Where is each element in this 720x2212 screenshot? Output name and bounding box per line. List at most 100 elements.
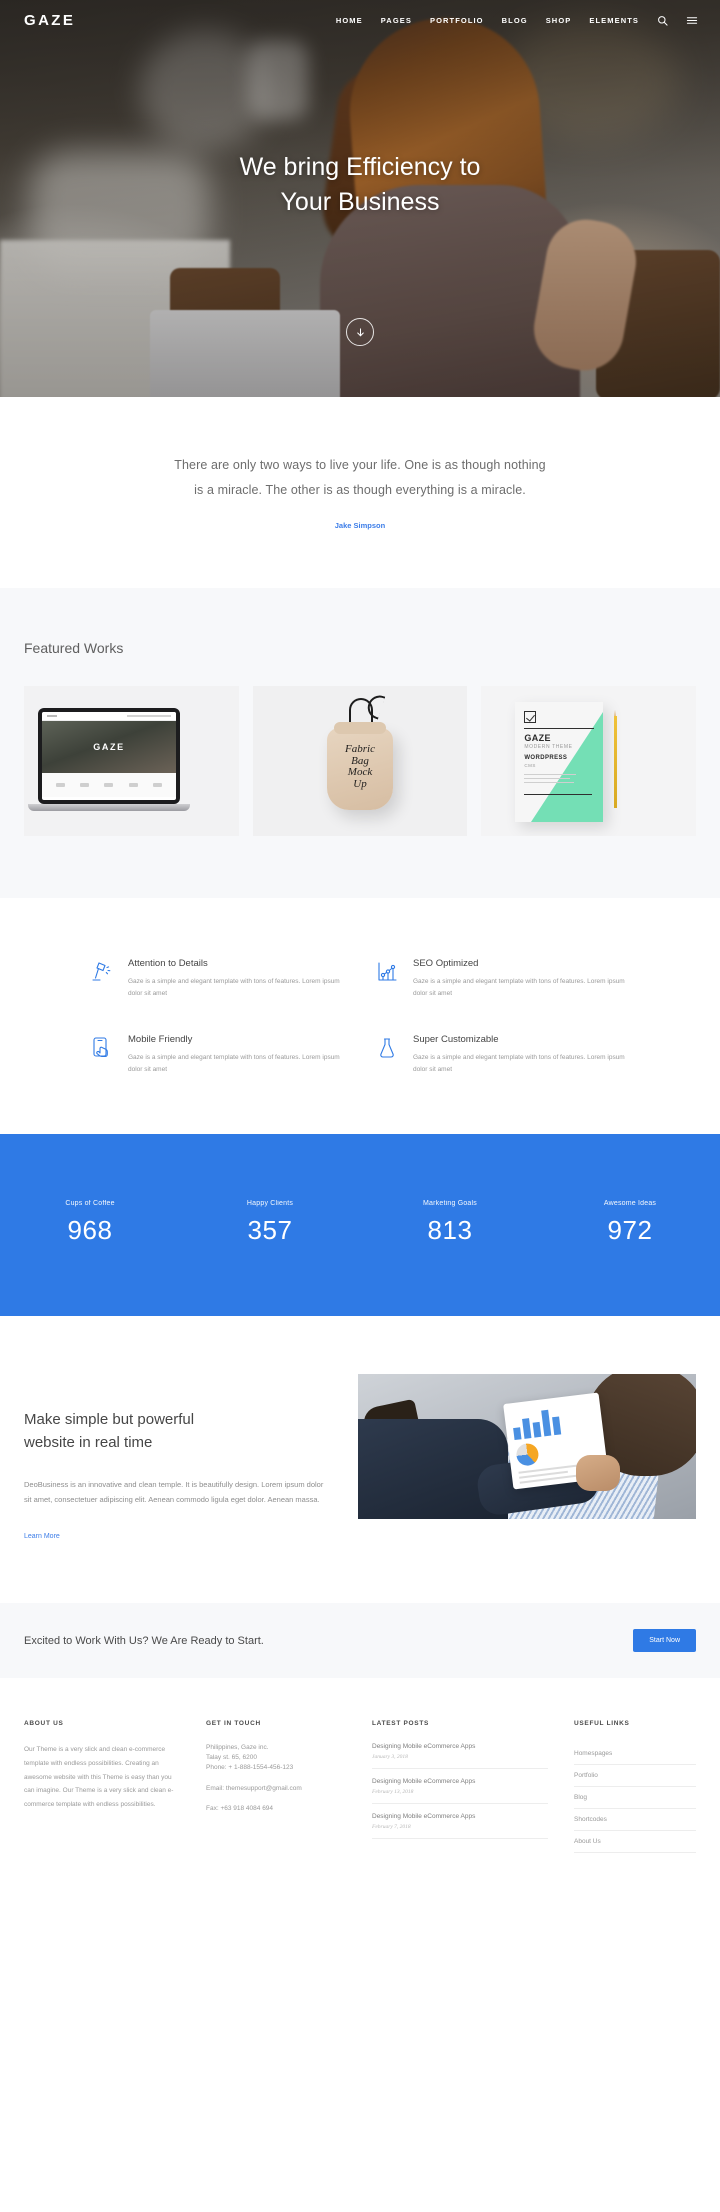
footer-link-blog[interactable]: Blog (574, 1787, 696, 1810)
arrow-down-circle-icon[interactable] (346, 318, 374, 346)
cta-text: Excited to Work With Us? We Are Ready to… (24, 1634, 264, 1647)
stat-value: 357 (247, 1215, 293, 1246)
feature-seo-optimized: SEO Optimized Gaze is a simple and elega… (375, 958, 630, 1000)
footer-column-useful-links: USEFUL LINKS Homespages Portfolio Blog S… (574, 1720, 696, 1854)
post-title: Designing Mobile eCommerce Apps (372, 1743, 476, 1751)
footer-column-about: ABOUT US Our Theme is a very slick and c… (24, 1720, 180, 1853)
feature-desc: Gaze is a simple and elegant template wi… (128, 1054, 340, 1074)
hero-heading-block: We bring Efficiency to Your Business (0, 150, 720, 219)
footer-about-text: Our Theme is a very slick and clean e-co… (24, 1746, 174, 1808)
post-title: Designing Mobile eCommerce Apps (372, 1778, 476, 1786)
flyer-line4: CMS (524, 763, 536, 768)
stat-label: Cups of Coffee (65, 1200, 115, 1208)
feature-attention-to-details: Attention to Details Gaze is a simple an… (90, 958, 345, 1000)
flyer-subtitle: MODERN THEME (524, 744, 573, 750)
landing-page: GAZE HOME PAGES PORTFOLIO BLOG SHOP ELEM… (0, 0, 720, 1898)
footer-column-latest-posts: LATEST POSTS Designing Mobile eCommerce … (372, 1720, 548, 1853)
promo-paragraph: DeoBusiness is an innovative and clean t… (24, 1479, 324, 1504)
work-item-flyer[interactable]: GAZE MODERN THEME WORDPRESS CMS (481, 686, 697, 836)
contact-email[interactable]: Email: themesupport@gmail.com (206, 1784, 346, 1794)
hero-section: GAZE HOME PAGES PORTFOLIO BLOG SHOP ELEM… (0, 0, 720, 397)
work-item-fabric-bag[interactable]: Fabric Bag Mock Up (252, 686, 468, 836)
stat-value: 968 (67, 1215, 113, 1246)
footer-heading-links: USEFUL LINKS (574, 1720, 630, 1728)
footer-link-homespages[interactable]: Homespages (574, 1743, 696, 1766)
feature-title: Super Customizable (413, 1034, 499, 1046)
learn-more-link[interactable]: Learn More (24, 1533, 60, 1540)
desk-lamp-icon (90, 958, 116, 1000)
feature-title: Mobile Friendly (128, 1034, 193, 1046)
featured-works-heading: Featured Works (24, 640, 124, 656)
flyer-title: GAZE (524, 733, 551, 743)
footer-link-about-us[interactable]: About Us (574, 1831, 696, 1854)
features-section: Attention to Details Gaze is a simple an… (0, 898, 720, 1135)
site-logo[interactable]: GAZE (24, 12, 75, 29)
quote-author[interactable]: Jake Simpson (0, 521, 720, 530)
man-holding-tablet-photo (358, 1374, 696, 1520)
quote-line-2: is a miracle. The other is as though eve… (194, 483, 526, 497)
macbook-screen-label: GAZE (93, 742, 125, 752)
hero-title-line2: Your Business (280, 187, 440, 216)
nav-links: HOME PAGES PORTFOLIO BLOG SHOP ELEMENTS (336, 15, 698, 26)
feature-super-customizable: Super Customizable Gaze is a simple and … (375, 1034, 630, 1076)
feature-title: SEO Optimized (413, 958, 479, 969)
feature-title: Attention to Details (128, 958, 208, 969)
feature-desc: Gaze is a simple and elegant template wi… (413, 978, 625, 998)
stat-awesome-ideas: Awesome Ideas 972 (540, 1200, 720, 1246)
contact-address-line2: Talay st. 65, 6200 (206, 1754, 257, 1762)
work-item-macbook[interactable]: GAZE (24, 686, 239, 836)
flask-icon (375, 1034, 401, 1076)
features-grid: Attention to Details Gaze is a simple an… (0, 958, 720, 1076)
stat-cups-of-coffee: Cups of Coffee 968 (0, 1200, 180, 1246)
nav-item-pages[interactable]: PAGES (381, 16, 412, 25)
featured-works-section: Featured Works GAZE Fabric Bag Mock Up G… (0, 588, 720, 898)
promo-title-line1: Make simple but powerful (24, 1411, 195, 1429)
stat-label: Awesome Ideas (603, 1200, 657, 1208)
contact-fax: Fax: +63 918 4084 694 (206, 1804, 274, 1812)
promo-text-block: Make simple but powerful website in real… (24, 1374, 324, 1543)
post-date: February 7, 2018 (372, 1824, 411, 1831)
quote-section: There are only two ways to live your lif… (0, 397, 720, 588)
quote-line-1: There are only two ways to live your lif… (174, 458, 546, 472)
feature-mobile-friendly: Mobile Friendly Gaze is a simple and ele… (90, 1034, 345, 1076)
promo-section: Make simple but powerful website in real… (0, 1316, 720, 1604)
site-footer: ABOUT US Our Theme is a very slick and c… (0, 1678, 720, 1898)
nav-item-home[interactable]: HOME (336, 16, 363, 25)
nav-item-blog[interactable]: BLOG (502, 16, 528, 25)
stat-value: 972 (607, 1215, 653, 1246)
footer-heading-about: ABOUT US (24, 1720, 64, 1728)
nav-item-shop[interactable]: SHOP (546, 16, 572, 25)
footer-heading-posts: LATEST POSTS (372, 1720, 430, 1728)
feature-desc: Gaze is a simple and elegant template wi… (128, 978, 340, 998)
list-item[interactable]: Designing Mobile eCommerce Apps February… (372, 1813, 548, 1840)
stat-happy-clients: Happy Clients 357 (180, 1200, 360, 1246)
chart-graph-icon (375, 958, 401, 1000)
flyer-line3: WORDPRESS (524, 755, 568, 761)
footer-link-portfolio[interactable]: Portfolio (574, 1765, 696, 1788)
promo-title-line2: website in real time (24, 1434, 153, 1452)
stat-value: 813 (427, 1215, 473, 1246)
list-item[interactable]: Designing Mobile eCommerce Apps January … (372, 1743, 548, 1770)
hamburger-menu-icon[interactable] (686, 15, 698, 26)
footer-column-contact: GET IN TOUCH Philippines, Gaze inc. Tala… (206, 1720, 346, 1853)
post-date: January 3, 2018 (372, 1754, 408, 1761)
start-now-button[interactable]: Start Now (633, 1629, 696, 1653)
post-title: Designing Mobile eCommerce Apps (372, 1813, 476, 1821)
list-item[interactable]: Designing Mobile eCommerce Apps February… (372, 1778, 548, 1805)
feature-desc: Gaze is a simple and elegant template wi… (413, 1054, 625, 1074)
post-date: February 13, 2018 (372, 1789, 414, 1796)
nav-item-portfolio[interactable]: PORTFOLIO (430, 16, 484, 25)
stat-label: Happy Clients (246, 1200, 294, 1208)
stat-label: Marketing Goals (423, 1200, 477, 1208)
cta-section: Excited to Work With Us? We Are Ready to… (0, 1603, 720, 1679)
featured-works-grid: GAZE Fabric Bag Mock Up GAZE MODERN THEM (0, 686, 720, 836)
footer-link-shortcodes[interactable]: Shortcodes (574, 1809, 696, 1832)
nav-item-elements[interactable]: ELEMENTS (589, 16, 639, 25)
contact-address-line1: Philippines, Gaze inc. (206, 1744, 269, 1752)
mobile-hand-icon (90, 1034, 116, 1076)
stat-marketing-goals: Marketing Goals 813 (360, 1200, 540, 1246)
search-icon[interactable] (657, 15, 668, 26)
hero-title-line1: We bring Efficiency to (239, 153, 481, 181)
stats-counter-section: Cups of Coffee 968 Happy Clients 357 Mar… (0, 1134, 720, 1317)
footer-heading-contact: GET IN TOUCH (206, 1720, 261, 1728)
